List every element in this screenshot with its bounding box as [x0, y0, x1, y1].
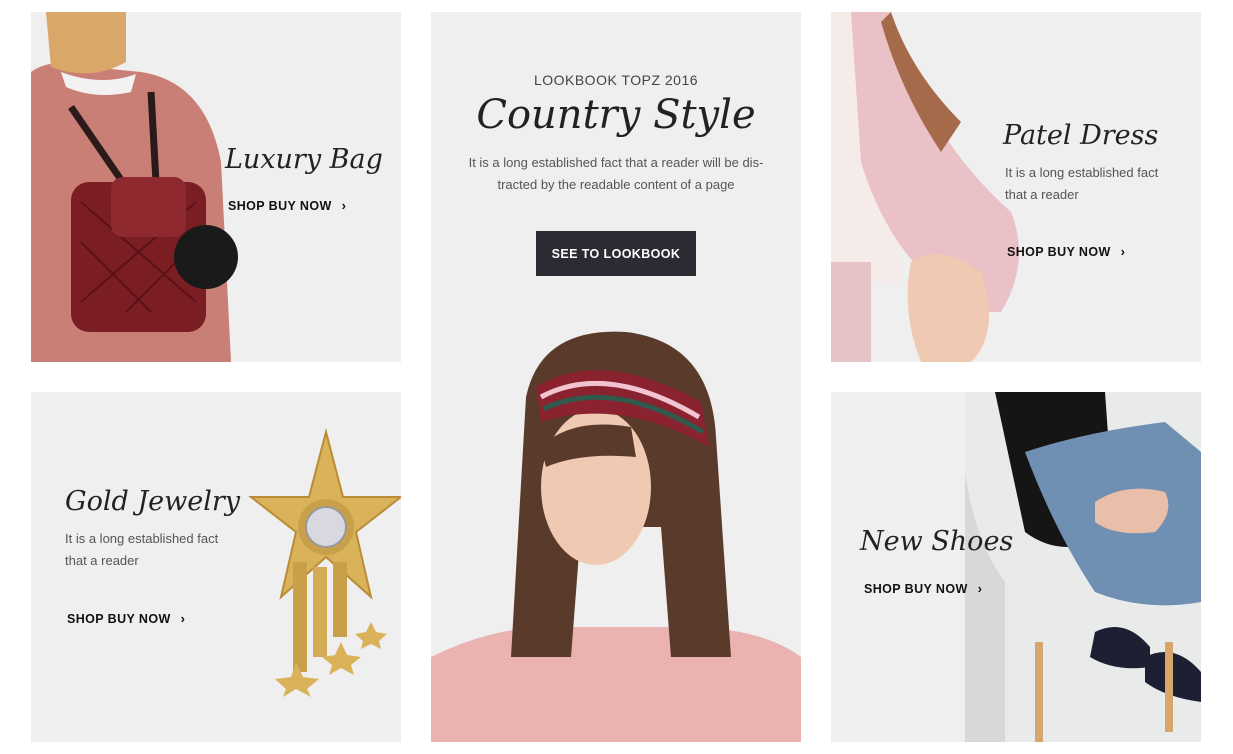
lookbook-eyebrow: LOOKBOOK TOPZ 2016	[533, 72, 699, 88]
cta-label: SHOP BUY NOW	[864, 581, 968, 596]
tile-description: It is a long established fact that a rea…	[1005, 162, 1158, 206]
chevron-right-icon: ›	[977, 581, 983, 596]
desc-line-1: It is a long established fact	[65, 531, 219, 546]
tile-gold-jewelry[interactable]: Gold Jewelry It is a long established fa…	[31, 392, 401, 742]
star-brooch-image	[231, 427, 401, 697]
seated-model-image	[965, 392, 1201, 742]
tile-description: It is a long established fact that a rea…	[65, 528, 218, 572]
tile-title: Patel Dress	[1003, 120, 1159, 151]
tile-title: New Shoes	[860, 526, 1014, 557]
tile-title: Luxury Bag	[225, 144, 383, 175]
tile-luxury-bag[interactable]: Luxury Bag SHOP BUY NOW ›	[31, 12, 401, 362]
desc-line-2: tracted by the readable content of a pag…	[497, 177, 735, 192]
lookbook-title: Country Style	[476, 92, 756, 138]
pink-jacket-image	[831, 12, 1031, 362]
chevron-right-icon: ›	[1120, 244, 1126, 259]
shop-buy-now-link[interactable]: SHOP BUY NOW ›	[864, 581, 982, 596]
chevron-right-icon: ›	[180, 611, 186, 626]
backpack-image	[31, 12, 246, 362]
shop-buy-now-link[interactable]: SHOP BUY NOW ›	[1007, 244, 1125, 259]
desc-line-2: that a reader	[65, 553, 139, 568]
see-lookbook-button[interactable]: SEE TO LOOKBOOK	[536, 231, 696, 276]
lookbook-description: It is a long established fact that a rea…	[431, 152, 801, 196]
tile-patel-dress[interactable]: Patel Dress It is a long established fac…	[831, 12, 1201, 362]
shop-buy-now-link[interactable]: SHOP BUY NOW ›	[67, 611, 185, 626]
cta-label: SHOP BUY NOW	[67, 611, 171, 626]
tile-new-shoes[interactable]: New Shoes SHOP BUY NOW ›	[831, 392, 1201, 742]
cta-label: SHOP BUY NOW	[228, 198, 332, 213]
desc-line-1: It is a long established fact	[1005, 165, 1159, 180]
desc-line-1: It is a long established fact that a rea…	[468, 155, 764, 170]
cta-label: SHOP BUY NOW	[1007, 244, 1111, 259]
tile-title: Gold Jewelry	[65, 486, 241, 517]
tile-country-style: LOOKBOOK TOPZ 2016 Country Style It is a…	[431, 12, 801, 742]
model-headband-image	[431, 327, 801, 742]
shop-buy-now-link[interactable]: SHOP BUY NOW ›	[228, 198, 346, 213]
desc-line-2: that a reader	[1005, 187, 1079, 202]
chevron-right-icon: ›	[341, 198, 347, 213]
